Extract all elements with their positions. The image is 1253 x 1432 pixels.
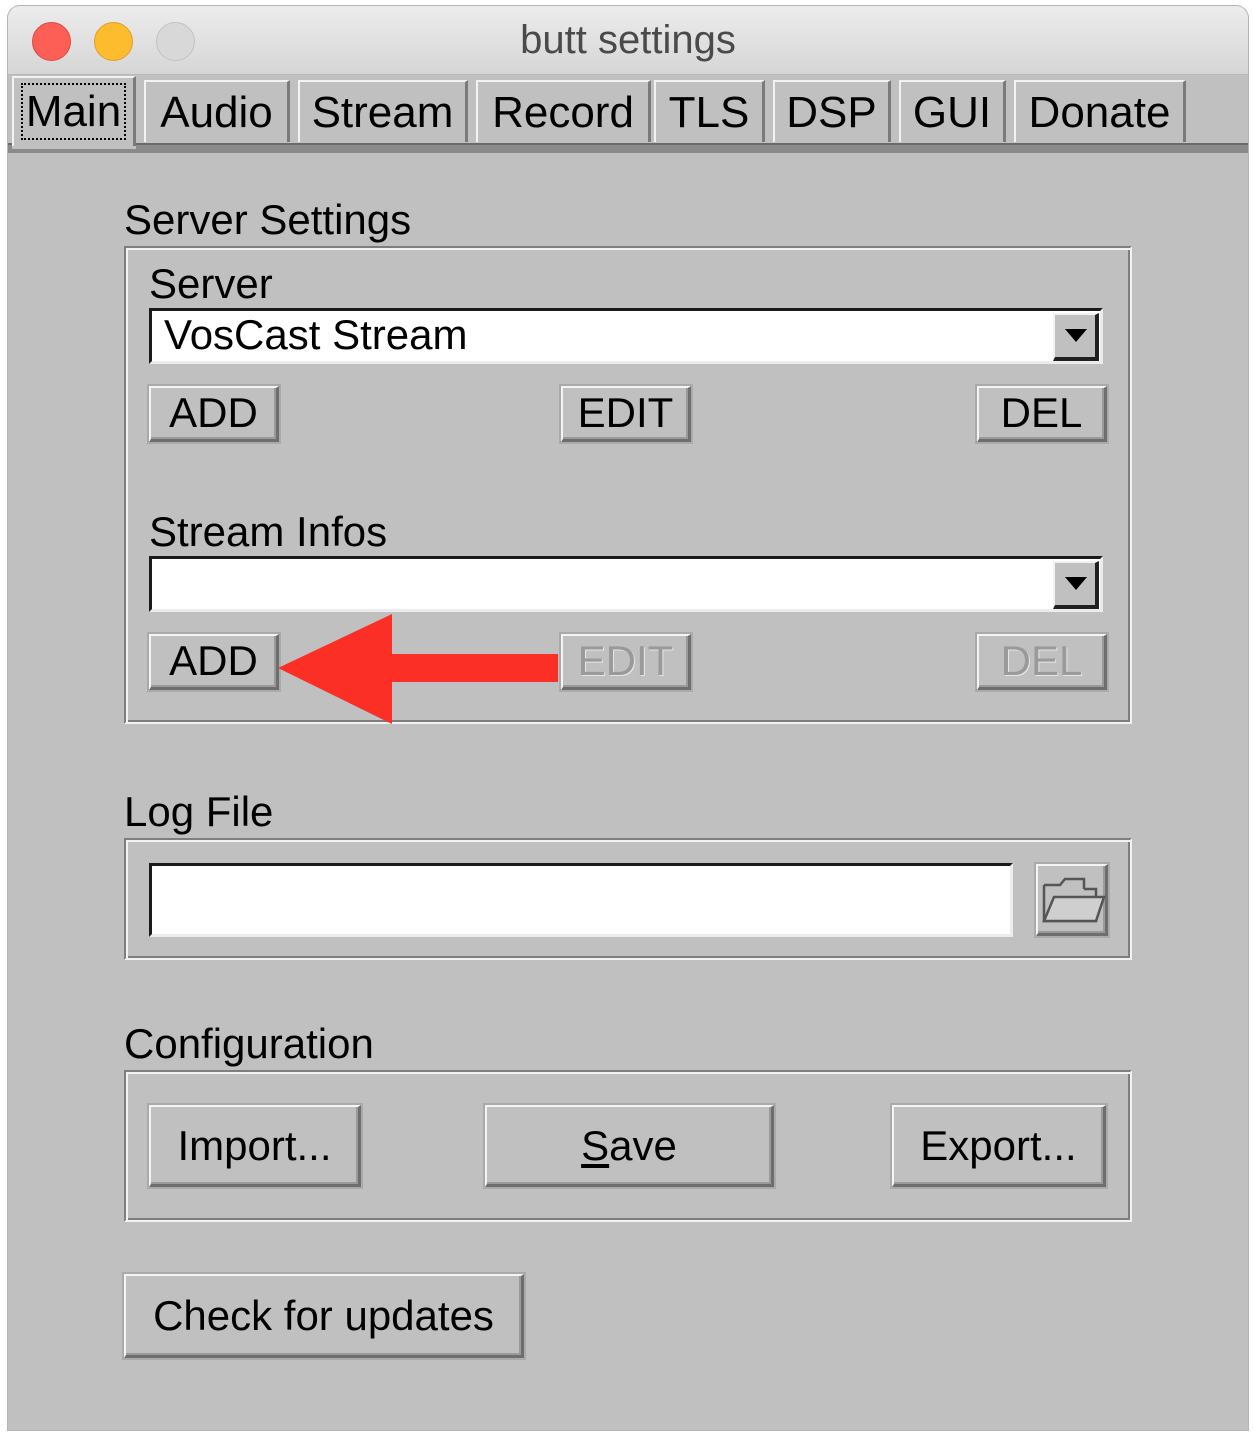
server-dropdown-button[interactable] [1053, 313, 1099, 361]
tab-main[interactable]: Main [12, 76, 136, 146]
tab-dsp[interactable]: DSP [773, 80, 891, 142]
save-button-label: Save [581, 1122, 677, 1169]
import-button[interactable]: Import... [149, 1105, 361, 1187]
configuration-heading: Configuration [124, 1020, 374, 1067]
server-label: Server [149, 260, 273, 307]
tab-gui[interactable]: GUI [899, 80, 1006, 142]
title-bar: butt settings [8, 6, 1248, 75]
settings-window: butt settings Main Audio Stream Record T… [8, 6, 1248, 1430]
log-file-input[interactable] [149, 863, 1013, 937]
tab-strip-baseline [8, 143, 1248, 153]
tab-stream[interactable]: Stream [298, 80, 468, 142]
tab-tls[interactable]: TLS [654, 80, 765, 142]
stream-infos-label: Stream Infos [149, 508, 388, 555]
server-add-button[interactable]: ADD [149, 386, 279, 442]
dropdown-arrow-icon [1065, 329, 1087, 342]
tab-audio[interactable]: Audio [144, 80, 290, 142]
stream-infos-del-button[interactable]: DEL [977, 634, 1107, 690]
check-for-updates-button[interactable]: Check for updates [124, 1274, 524, 1358]
server-dropdown[interactable]: VosCast Stream [149, 308, 1103, 364]
stream-infos-dropdown[interactable] [149, 556, 1103, 612]
annotation-arrow [278, 614, 558, 724]
server-del-button[interactable]: DEL [977, 386, 1107, 442]
stream-infos-edit-button[interactable]: EDIT [561, 634, 691, 690]
browse-log-file-button[interactable] [1036, 864, 1108, 936]
stream-infos-add-button[interactable]: ADD [149, 634, 279, 690]
export-button[interactable]: Export... [892, 1105, 1106, 1187]
tab-record[interactable]: Record [476, 80, 651, 142]
dropdown-arrow-icon [1065, 577, 1087, 590]
stream-infos-dropdown-button[interactable] [1053, 561, 1099, 609]
server-edit-button[interactable]: EDIT [561, 386, 691, 442]
server-settings-heading: Server Settings [124, 196, 412, 243]
folder-icon [1042, 877, 1106, 923]
save-button[interactable]: Save [485, 1105, 774, 1187]
log-file-heading: Log File [124, 788, 274, 835]
server-dropdown-value: VosCast Stream [164, 311, 468, 358]
window-title: butt settings [520, 18, 736, 62]
tab-donate[interactable]: Donate [1014, 80, 1186, 142]
